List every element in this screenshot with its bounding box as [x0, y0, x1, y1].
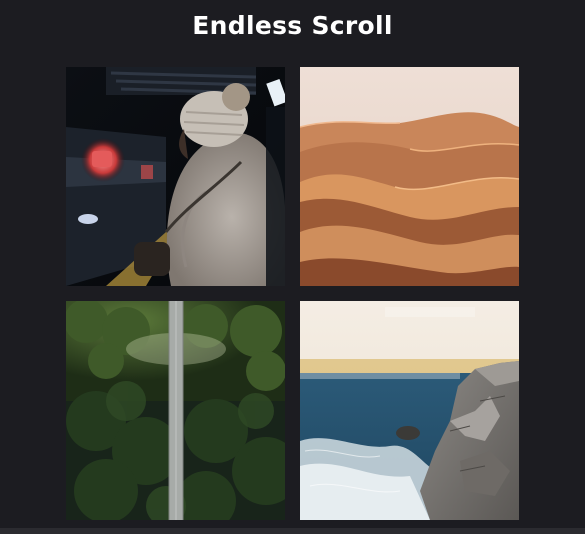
forest-bridge-photo: [66, 301, 285, 520]
subway-photo: [66, 67, 285, 286]
page: Endless Scroll: [0, 0, 585, 534]
gallery-image-subway[interactable]: [66, 67, 285, 286]
image-grid: [66, 67, 519, 520]
page-title: Endless Scroll: [192, 11, 393, 40]
gallery-image-forest-bridge[interactable]: [66, 301, 285, 520]
desert-photo: [300, 67, 519, 286]
coastline-photo: [300, 301, 519, 520]
gallery-image-desert[interactable]: [300, 67, 519, 286]
gallery-image-coastline[interactable]: [300, 301, 519, 520]
bottom-bar: [0, 528, 585, 534]
